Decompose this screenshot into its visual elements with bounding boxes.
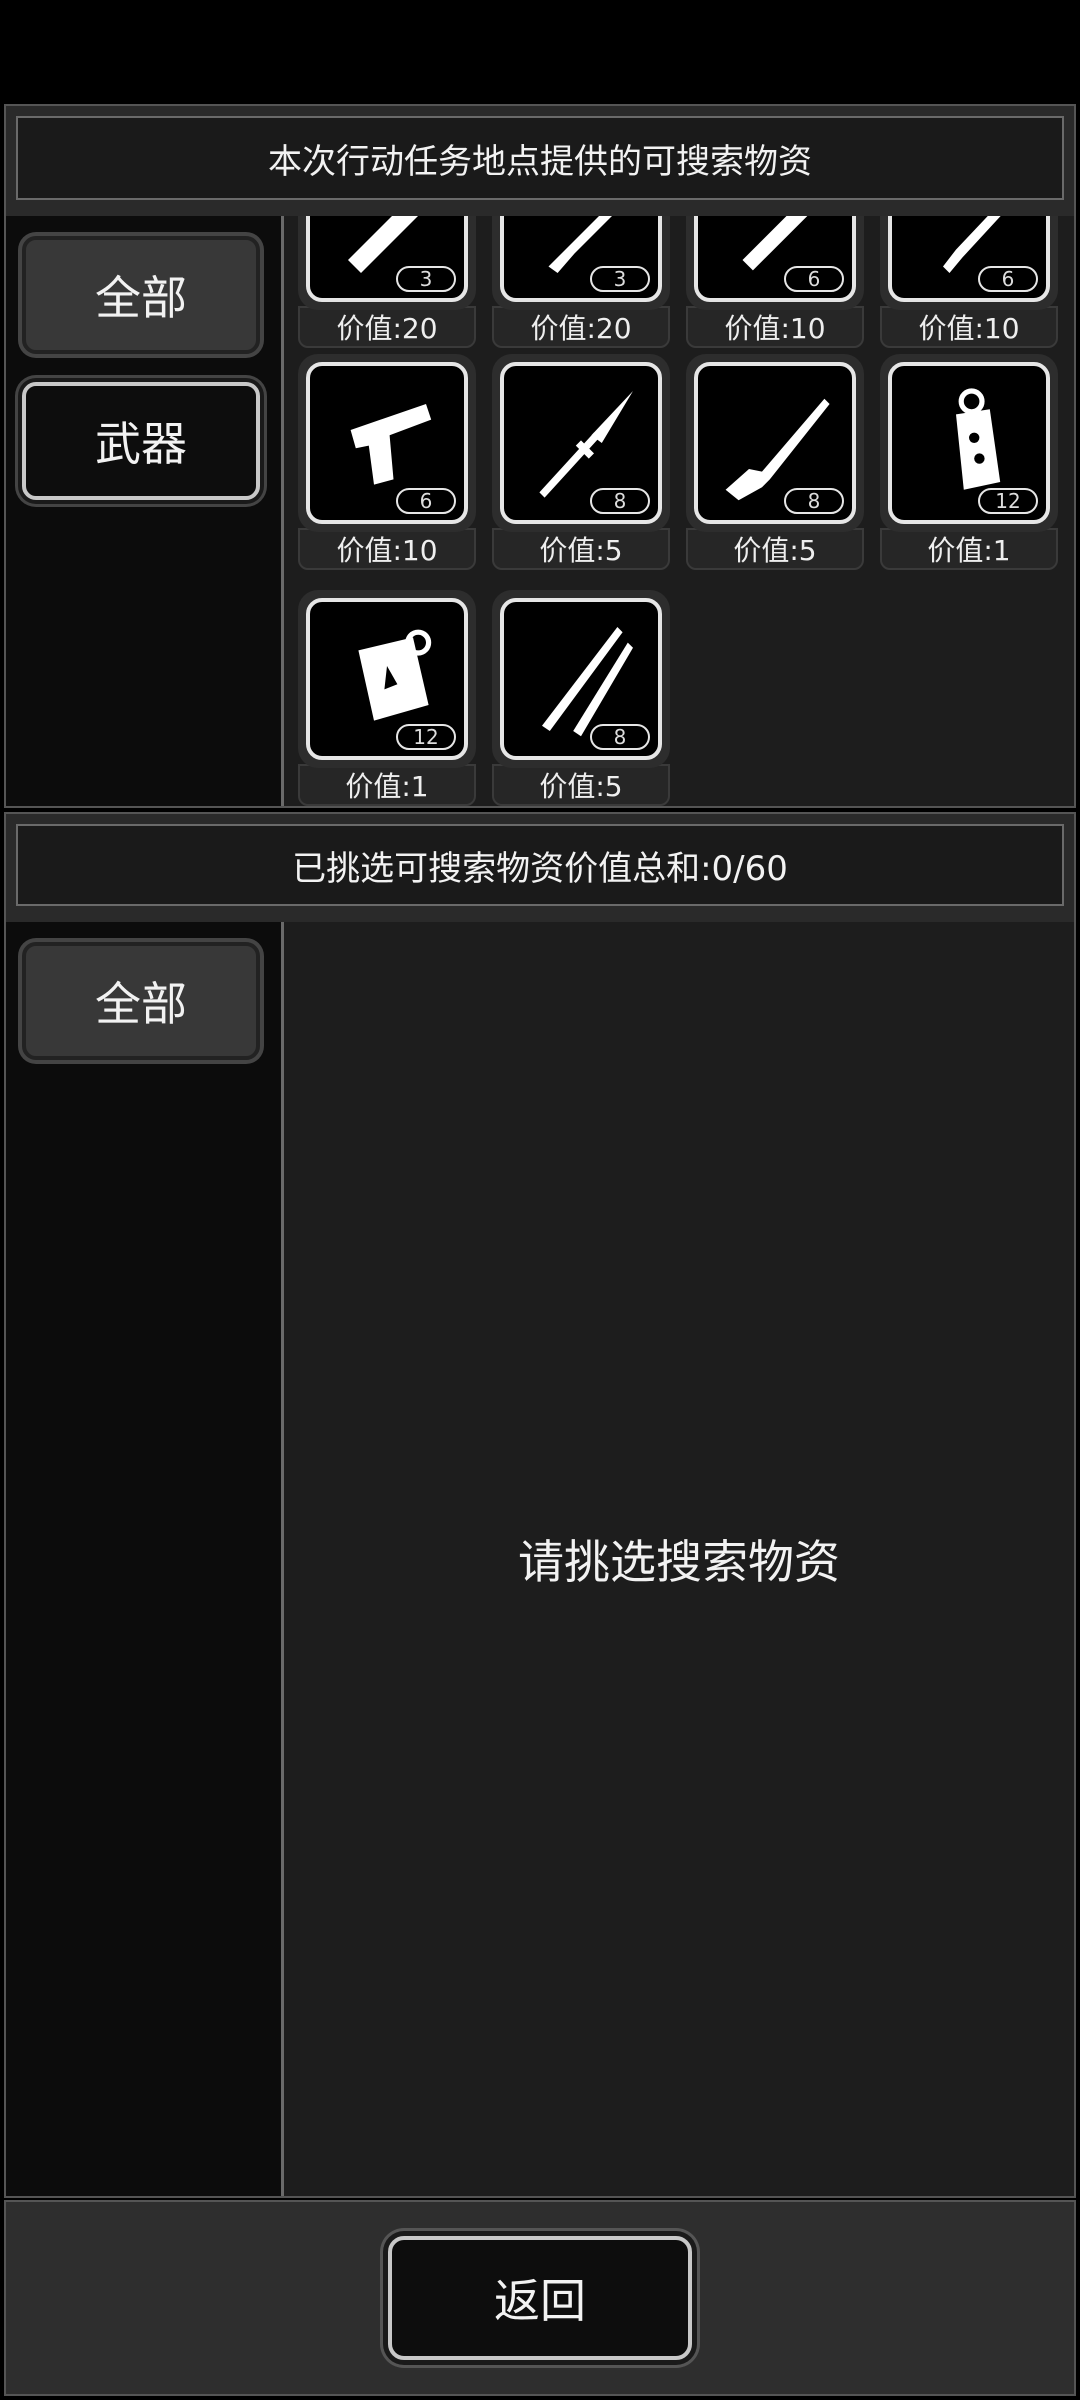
category-label: 全部	[95, 271, 187, 325]
item-card-pistol[interactable]: 6 价值:10	[298, 354, 476, 570]
top-category-weapons-button[interactable]: 武器	[22, 382, 260, 500]
item-count-badge: 3	[396, 266, 456, 292]
available-supplies-title-text: 本次行动任务地点提供的可搜索物资	[268, 141, 812, 182]
item-card-incendiary-bomb[interactable]: 12 价值:1	[298, 590, 476, 806]
item-count-badge: 8	[590, 488, 650, 514]
item-value-label: 价值:10	[880, 306, 1058, 348]
item-card-shotgun[interactable]: 8 价值:5	[686, 354, 864, 570]
available-supplies-title: 本次行动任务地点提供的可搜索物资	[16, 116, 1064, 200]
top-category-all-button[interactable]: 全部	[22, 236, 260, 354]
bottom-category-all-button[interactable]: 全部	[22, 942, 260, 1060]
back-button-label: 返回	[494, 2274, 586, 2328]
item-count-badge: 12	[978, 488, 1038, 514]
item-value-label: 价值:5	[492, 528, 670, 570]
item-card-dagger[interactable]: 6 价值:10	[880, 216, 1058, 348]
item-count-badge: 6	[396, 488, 456, 514]
item-value-label: 价值:20	[492, 306, 670, 348]
item-value-label: 价值:10	[686, 306, 864, 348]
bottom-category-column	[6, 922, 284, 2196]
empty-selection-message: 请挑选搜索物资	[518, 1535, 840, 1589]
item-count-badge: 8	[590, 724, 650, 750]
item-value-label: 价值:1	[298, 764, 476, 806]
item-card-knife[interactable]: 3 价值:20	[492, 216, 670, 348]
item-count-badge: 12	[396, 724, 456, 750]
item-value-label: 价值:5	[686, 528, 864, 570]
category-label: 武器	[95, 417, 187, 471]
item-count-badge: 3	[590, 266, 650, 292]
item-count-badge: 6	[978, 266, 1038, 292]
item-card-baton[interactable]: 6 价值:10	[686, 216, 864, 348]
selected-items-area: 请挑选搜索物资	[284, 922, 1074, 2196]
item-value-label: 价值:20	[298, 306, 476, 348]
selected-supplies-title-text: 已挑选可搜索物资价值总和:0/60	[292, 848, 788, 889]
item-value-label: 价值:5	[492, 764, 670, 806]
item-count-badge: 8	[784, 488, 844, 514]
item-count-badge: 6	[784, 266, 844, 292]
item-value-label: 价值:1	[880, 528, 1058, 570]
category-label: 全部	[95, 977, 187, 1031]
back-button[interactable]: 返回	[388, 2236, 692, 2360]
item-value-label: 价值:10	[298, 528, 476, 570]
top-items-grid: 3 价值:20 3 价值:20 6 价值:10 6 价值:10 6 价值:10	[284, 216, 1074, 806]
item-card-grenade[interactable]: 12 价值:1	[880, 354, 1058, 570]
selected-supplies-title: 已挑选可搜索物资价值总和:0/60	[16, 824, 1064, 906]
item-card-flashlight[interactable]: 3 价值:20	[298, 216, 476, 348]
item-card-spear[interactable]: 8 价值:5	[492, 354, 670, 570]
item-card-katana[interactable]: 8 价值:5	[492, 590, 670, 806]
